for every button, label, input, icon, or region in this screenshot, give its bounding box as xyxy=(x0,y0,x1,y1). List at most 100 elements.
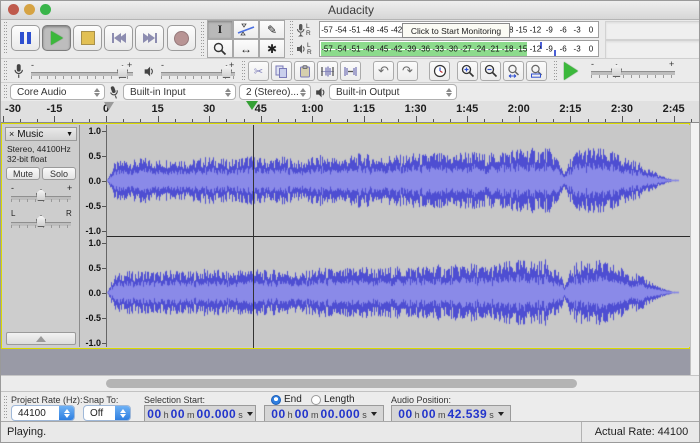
selection-tool-button[interactable]: I xyxy=(207,20,233,39)
zoom-out-button[interactable] xyxy=(480,61,501,81)
end-radio-label[interactable]: End xyxy=(284,394,302,405)
rec-vol-max: + xyxy=(127,60,132,70)
skip-to-end-icon xyxy=(143,33,157,43)
horizontal-scrollbar-thumb[interactable] xyxy=(106,379,577,388)
sync-lock-button[interactable] xyxy=(429,61,450,81)
waveform-left-channel[interactable] xyxy=(107,125,690,236)
track-name[interactable]: Music xyxy=(17,129,43,140)
play-icon xyxy=(51,31,63,45)
magnifier-icon xyxy=(213,42,227,56)
audio-position-label: Audio Position: xyxy=(391,395,451,405)
quickplay-start-marker[interactable] xyxy=(104,102,114,110)
title-bar[interactable]: Audacity xyxy=(1,1,700,20)
silence-audio-button[interactable] xyxy=(340,61,361,81)
redo-button[interactable]: ↷ xyxy=(397,61,418,81)
project-rate-value: 44100 xyxy=(18,408,46,419)
mixer-toolbar-grip[interactable] xyxy=(3,61,8,81)
monitoring-tooltip[interactable]: Click to Start Monitoring xyxy=(402,23,510,38)
skip-to-end-button[interactable] xyxy=(135,25,164,51)
vertical-ruler[interactable]: 1.00.50.0-0.5-1.01.00.50.0-0.5-1.0 xyxy=(80,125,107,347)
empty-dock-1 xyxy=(605,21,700,40)
recording-channels-select[interactable]: 2 (Stereo)... xyxy=(239,84,311,100)
record-button[interactable] xyxy=(167,25,196,51)
undo-button[interactable]: ↶ xyxy=(373,61,394,81)
pause-button[interactable] xyxy=(11,25,40,51)
empty-track-area[interactable] xyxy=(1,349,690,375)
waveform-right-channel[interactable] xyxy=(107,237,690,348)
timeshift-tool-button[interactable]: ↔ xyxy=(233,39,259,58)
playback-meter[interactable]: -57-54-51-48-45-42-39-36-33-30-27-24-21-… xyxy=(319,40,599,57)
actual-rate: Actual Rate: 44100 xyxy=(582,426,700,438)
fit-project-button[interactable] xyxy=(526,61,547,81)
zoom-tool-button[interactable] xyxy=(207,39,233,58)
copy-button[interactable] xyxy=(271,61,292,81)
end-radio[interactable] xyxy=(271,395,281,405)
empty-dock-2 xyxy=(605,40,700,59)
solo-button[interactable]: Solo xyxy=(42,167,76,180)
selection-start-field[interactable]: 00h 00m 00.000s xyxy=(144,405,256,422)
recording-meter[interactable]: -57-54-51-48-45-42-39-36-33-30-27-24-21-… xyxy=(319,21,599,38)
play-at-speed-button[interactable] xyxy=(559,61,583,81)
track-close-icon[interactable]: × xyxy=(9,129,14,139)
time-format-dropdown-icon[interactable] xyxy=(371,412,377,416)
waveform-area[interactable] xyxy=(107,125,690,347)
time-format-dropdown-icon[interactable] xyxy=(247,412,253,416)
zoom-in-button[interactable] xyxy=(457,61,478,81)
device-toolbar-grip[interactable] xyxy=(3,85,8,99)
audio-position-field[interactable]: 00h 00m 42.539s xyxy=(391,405,511,422)
playback-cursor-line xyxy=(253,125,254,348)
recording-device-value: Built-in Input xyxy=(130,87,186,98)
play-vol-min: - xyxy=(161,60,164,70)
play-button[interactable] xyxy=(42,25,71,51)
speed-min: - xyxy=(591,59,594,69)
paste-button[interactable] xyxy=(294,61,315,81)
play-speed-toolbar-grip[interactable] xyxy=(553,61,558,81)
playhead-marker[interactable] xyxy=(246,101,258,110)
host-select-chevrons xyxy=(94,88,100,97)
skip-to-start-icon xyxy=(112,33,126,43)
asterisk-icon: ✱ xyxy=(267,42,277,56)
status-message: Playing. xyxy=(7,426,46,438)
track-collapse-button[interactable] xyxy=(6,332,76,345)
gain-thumb[interactable] xyxy=(36,189,46,201)
recording-meter-header[interactable]: LR xyxy=(296,21,318,38)
output-device-icon xyxy=(315,86,326,99)
snap-to-select[interactable]: Off xyxy=(83,405,131,421)
project-rate-select[interactable]: 44100 xyxy=(11,405,75,421)
playback-meter-header[interactable]: LR xyxy=(296,40,318,57)
playback-volume-icon xyxy=(143,65,155,78)
length-radio[interactable] xyxy=(311,395,321,405)
multi-tool-button[interactable]: ✱ xyxy=(259,39,285,58)
track-header[interactable]: × Music ▼ xyxy=(5,127,77,141)
audio-host-select[interactable]: Core Audio xyxy=(10,84,105,100)
stop-button[interactable] xyxy=(73,25,102,51)
edit-toolbar-grip[interactable] xyxy=(241,61,246,81)
selection-end-field[interactable]: 00h 00m 00.000s xyxy=(264,405,384,422)
skip-to-start-button[interactable] xyxy=(104,25,133,51)
length-radio-label[interactable]: Length xyxy=(324,394,355,405)
recording-device-select[interactable]: Built-in Input xyxy=(123,84,236,100)
track-menu-icon[interactable]: ▼ xyxy=(66,131,73,138)
time-format-dropdown-icon[interactable] xyxy=(498,412,504,416)
cut-button[interactable]: ✂ xyxy=(248,61,269,81)
output-select-chevrons xyxy=(446,88,452,97)
vertical-scrollbar[interactable] xyxy=(690,123,700,375)
left-right-arrow-icon: ↔ xyxy=(240,42,252,56)
fit-selection-icon xyxy=(507,64,521,78)
snap-to-value: Off xyxy=(90,408,103,419)
playback-device-select[interactable]: Built-in Output xyxy=(329,84,457,100)
trim-audio-button[interactable] xyxy=(317,61,338,81)
mute-button[interactable]: Mute xyxy=(6,167,40,180)
tools-toolbar-grip[interactable] xyxy=(200,22,205,58)
draw-tool-button[interactable]: ✎ xyxy=(259,20,285,39)
pan-thumb[interactable] xyxy=(36,215,46,227)
input-select-chevrons xyxy=(225,88,231,97)
transport-toolbar-grip[interactable] xyxy=(3,22,8,55)
meter-toolbar-grip[interactable] xyxy=(289,21,294,57)
play-speed-thumb[interactable] xyxy=(611,64,622,77)
playback-device-value: Built-in Output xyxy=(336,87,399,98)
pan-left-label: L xyxy=(11,209,15,218)
selection-toolbar-grip[interactable] xyxy=(3,396,8,418)
fit-selection-button[interactable] xyxy=(503,61,524,81)
envelope-tool-button[interactable] xyxy=(233,20,259,39)
